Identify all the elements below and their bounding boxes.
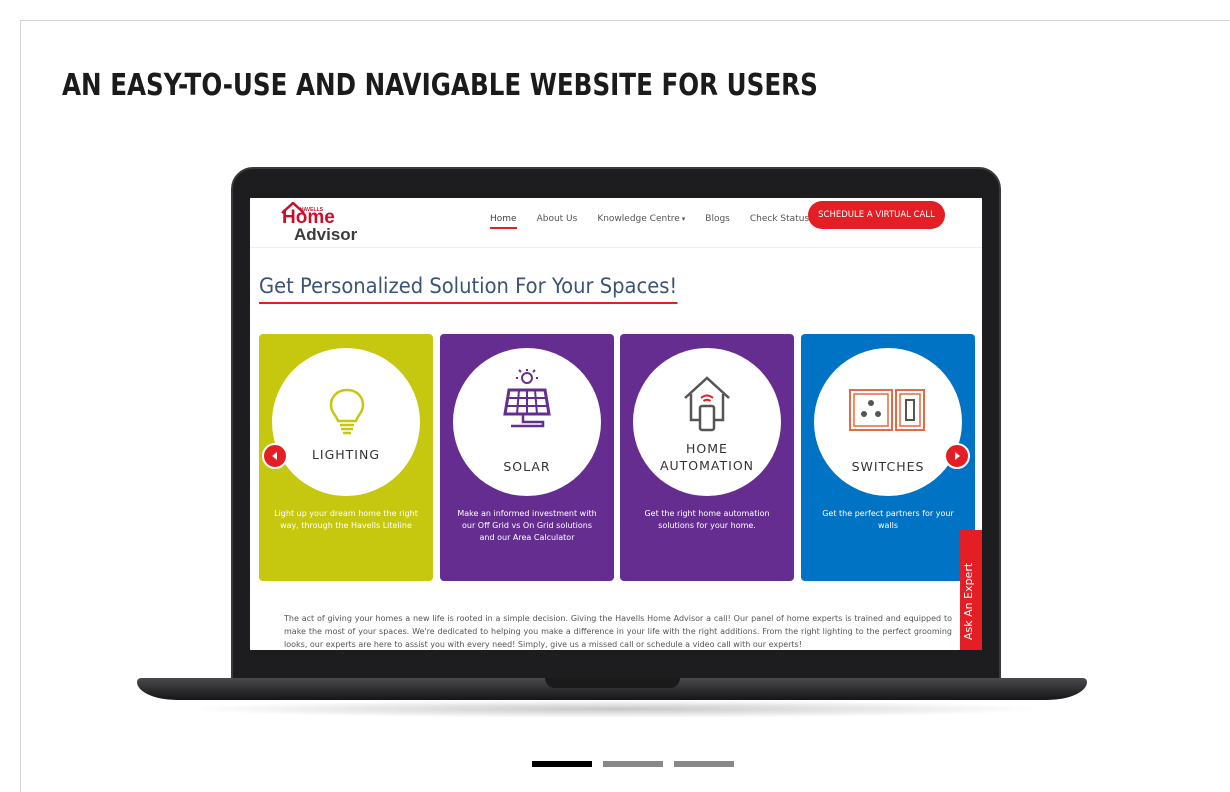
- nav-link-label: About Us: [536, 214, 578, 224]
- nav-link-blogs[interactable]: Blogs: [705, 214, 730, 224]
- carousel-prev-button[interactable]: [262, 443, 288, 469]
- card-label: LIGHTING: [311, 447, 381, 462]
- card-circle: LIGHTING: [272, 348, 420, 496]
- chevron-right-icon: [955, 452, 960, 460]
- caret-down-icon: ▾: [681, 215, 686, 223]
- slide-indicator-3[interactable]: [674, 761, 734, 767]
- carousel-next-button[interactable]: [944, 443, 970, 469]
- nav-link-home[interactable]: Home: [490, 214, 517, 229]
- card-description: Get the perfect partners for your walls: [822, 509, 954, 530]
- nav-link-about-us[interactable]: About Us: [537, 214, 578, 224]
- page-headline: An easy-to-use and navigable website for…: [62, 68, 818, 103]
- card-description: Get the right home automation solutions …: [644, 509, 770, 530]
- card-description: Make an informed investment with our Off…: [457, 509, 597, 542]
- card-circle: SWITCHES: [814, 348, 962, 496]
- switch-plate-icon: [848, 386, 925, 446]
- schedule-call-button[interactable]: SCHEDULE A VIRTUAL CALL: [808, 201, 945, 229]
- slide-indicator-2[interactable]: [603, 761, 663, 767]
- card-circle: HOME AUTOMATION: [633, 348, 781, 496]
- laptop-screen: HAVELLS Home Advisor Home About Us Knowled…: [250, 198, 982, 650]
- nav-link-label: Knowledge Centre: [597, 214, 680, 224]
- service-card-solar[interactable]: SOLAR Make an informed investment with ou…: [440, 334, 614, 581]
- logo-advisor: Advisor: [294, 225, 358, 244]
- site-navbar: HAVELLS Home Advisor Home About Us Knowled…: [250, 198, 982, 248]
- card-label: SOLAR: [503, 459, 551, 474]
- nav-link-label: Blogs: [705, 214, 730, 224]
- nav-links: Home About Us Knowledge Centre ▾ Blogs Check …: [490, 207, 829, 231]
- nav-link-check-status[interactable]: Check Status: [750, 214, 809, 224]
- nav-link-label: Home: [490, 214, 517, 224]
- service-card-home-automation[interactable]: HOME AUTOMATION Get the right home automa…: [620, 334, 794, 581]
- section-title: Get Personalized Solution For Your Space…: [259, 274, 678, 304]
- site-logo[interactable]: HAVELLS Home Advisor: [278, 201, 368, 245]
- bulb-icon: [322, 384, 372, 444]
- laptop-notch: [545, 678, 680, 688]
- solar-panel-icon: [497, 368, 551, 428]
- slide-indicator-1[interactable]: [532, 761, 592, 767]
- ask-expert-label: Ask An Expert: [962, 562, 975, 640]
- laptop-shadow: [180, 700, 1050, 718]
- chevron-left-icon: [272, 452, 277, 460]
- card-circle: SOLAR: [453, 348, 601, 496]
- nav-link-knowledge-centre[interactable]: Knowledge Centre ▾: [597, 214, 685, 224]
- nav-link-label: Check Status: [749, 214, 810, 224]
- card-description: Light up your dream home the right way, …: [274, 509, 418, 530]
- intro-paragraph: The act of giving your homes a new life …: [284, 614, 952, 649]
- card-label: SWITCHES: [851, 459, 925, 474]
- smart-home-icon: [677, 372, 730, 432]
- ask-expert-tab[interactable]: Ask An Expert: [960, 530, 982, 650]
- card-label: HOME AUTOMATION: [659, 441, 755, 473]
- laptop-chin: [250, 650, 982, 680]
